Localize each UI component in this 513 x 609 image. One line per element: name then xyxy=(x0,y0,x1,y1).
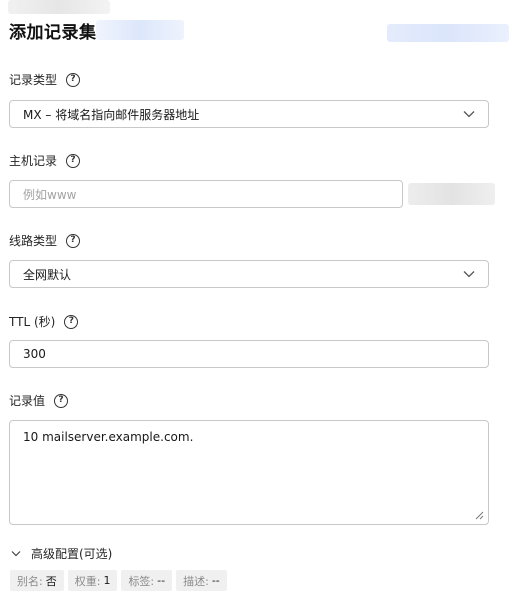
record-value-textarea[interactable]: 10 mailserver.example.com. xyxy=(9,420,489,525)
resize-handle-icon[interactable] xyxy=(475,511,484,520)
ttl-label-text: TTL (秒) xyxy=(9,315,56,329)
chevron-down-icon xyxy=(463,111,475,118)
label-tag: 标签: -- xyxy=(121,570,173,591)
tag-value: -- xyxy=(157,574,166,587)
line-type-label: 线路类型 ? xyxy=(9,232,81,249)
tag-key: 权重: xyxy=(74,574,101,588)
redacted-domain-suffix xyxy=(408,183,495,205)
host-record-placeholder: 例如www xyxy=(23,187,77,202)
redacted-link[interactable] xyxy=(387,24,509,42)
question-circle-icon[interactable]: ? xyxy=(66,153,81,168)
line-type-select[interactable]: 全网默认 xyxy=(9,260,489,288)
tag-value: 否 xyxy=(45,574,57,588)
ttl-input[interactable]: 300 xyxy=(9,340,489,368)
tag-key: 标签: xyxy=(128,574,155,588)
page-title: 添加记录集 xyxy=(9,23,97,43)
record-type-label-text: 记录类型 xyxy=(9,73,58,87)
ttl-label: TTL (秒) ? xyxy=(9,313,79,330)
advanced-summary-tags: 别名: 否 权重: 1 标签: -- 描述: -- xyxy=(10,570,227,591)
tag-key: 别名: xyxy=(17,574,43,588)
record-type-value: MX – 将域名指向邮件服务器地址 xyxy=(23,107,200,122)
advanced-config-label: 高级配置(可选) xyxy=(31,547,113,561)
record-value-label-text: 记录值 xyxy=(9,394,46,408)
host-record-label: 主机记录 ? xyxy=(9,152,81,169)
question-circle-icon[interactable]: ? xyxy=(64,314,79,329)
line-type-label-text: 线路类型 xyxy=(9,234,58,248)
chevron-down-icon xyxy=(11,551,21,557)
host-record-label-text: 主机记录 xyxy=(9,154,58,168)
question-circle-icon[interactable]: ? xyxy=(54,393,69,408)
ttl-value: 300 xyxy=(23,347,46,361)
weight-tag: 权重: 1 xyxy=(67,570,118,591)
redacted-domain-name xyxy=(96,20,184,40)
question-circle-icon[interactable]: ? xyxy=(66,72,81,87)
line-type-value: 全网默认 xyxy=(23,267,72,282)
question-circle-icon[interactable]: ? xyxy=(66,233,81,248)
tag-value: -- xyxy=(211,574,220,587)
record-value-text: 10 mailserver.example.com. xyxy=(23,430,194,444)
record-value-label: 记录值 ? xyxy=(9,392,69,409)
record-type-label: 记录类型 ? xyxy=(9,71,81,88)
tag-value: 1 xyxy=(103,574,111,587)
description-tag: 描述: -- xyxy=(176,570,227,591)
host-record-input[interactable]: 例如www xyxy=(9,180,403,208)
tag-key: 描述: xyxy=(183,574,209,588)
record-type-select[interactable]: MX – 将域名指向邮件服务器地址 xyxy=(9,100,489,128)
chevron-down-icon xyxy=(463,271,475,278)
alias-tag: 别名: 否 xyxy=(10,570,64,591)
advanced-config-toggle[interactable]: 高级配置(可选) xyxy=(11,545,112,562)
redacted-breadcrumb xyxy=(8,0,110,14)
